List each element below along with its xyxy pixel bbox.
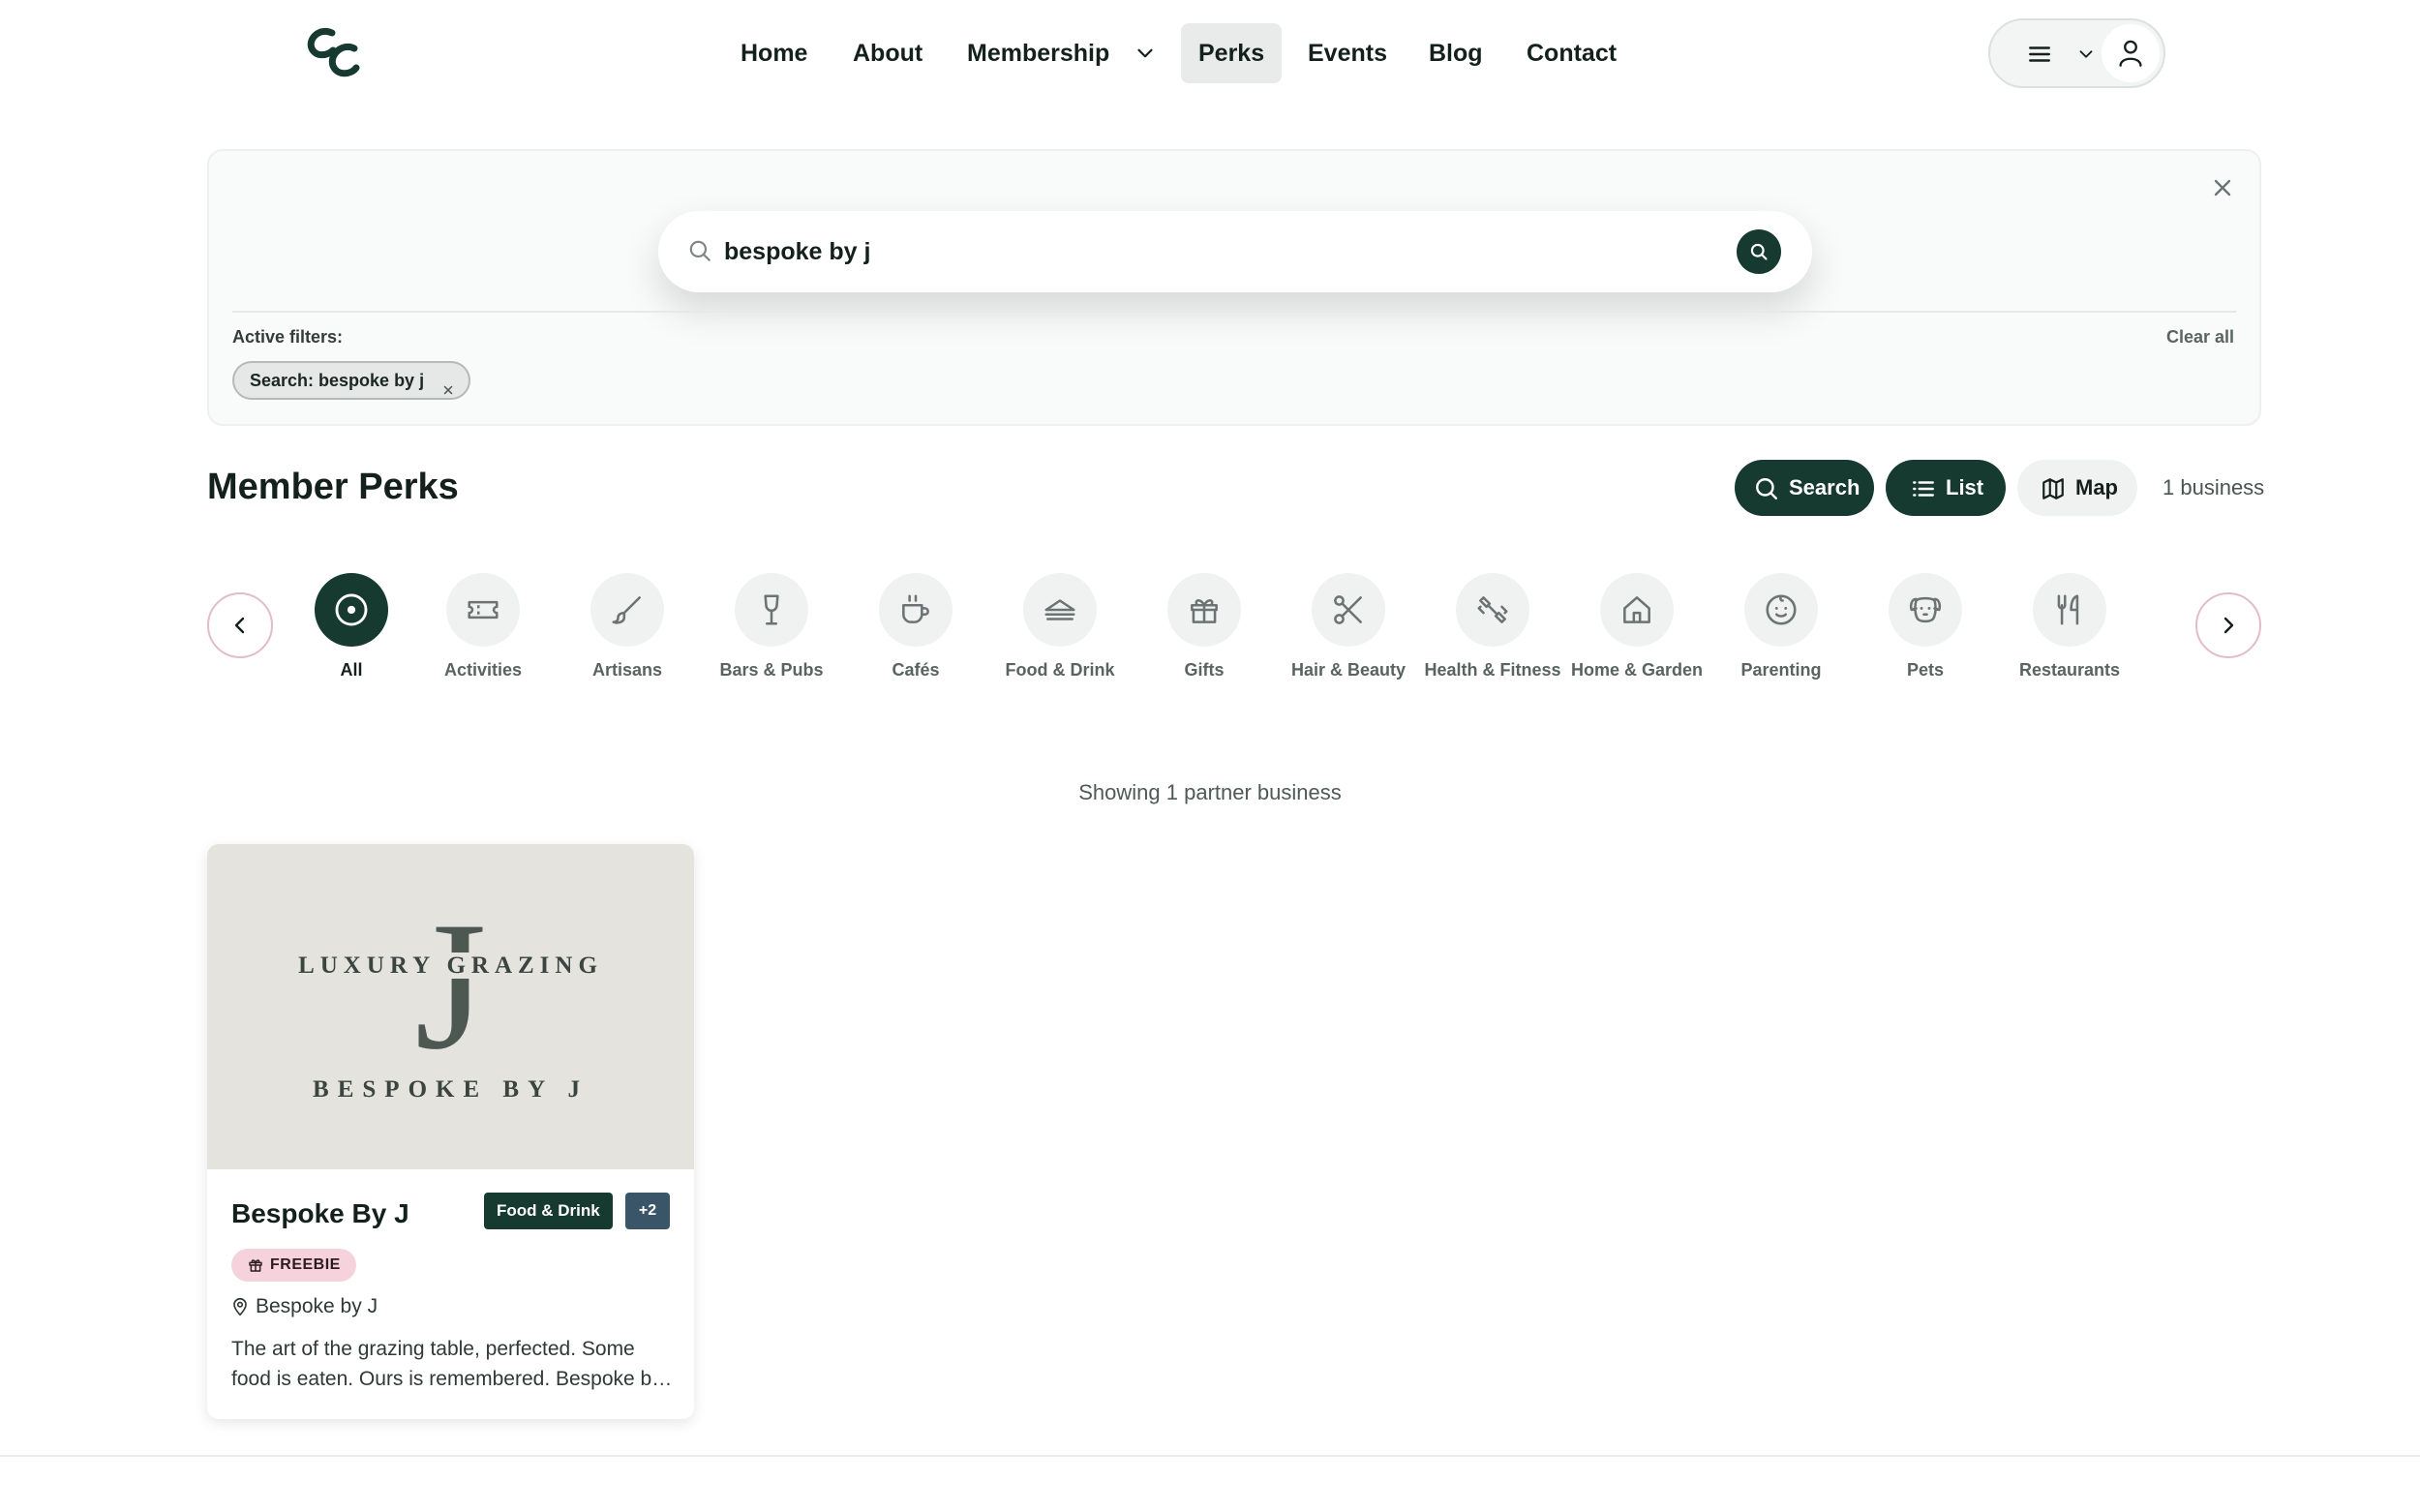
- divider: [0, 1455, 2420, 1457]
- dog-icon: [1909, 596, 1942, 623]
- category-label: Bars & Pubs: [719, 660, 824, 680]
- avatar: [2102, 24, 2160, 82]
- category-label: Pets: [1906, 660, 1945, 680]
- business-count: 1 business: [2163, 475, 2265, 499]
- business-name: Bespoke By J: [231, 1198, 409, 1228]
- page-title: Member Perks: [207, 467, 459, 507]
- logo-letter: J: [414, 885, 487, 1088]
- map-icon: [2042, 478, 2064, 499]
- category-tag: Food & Drink: [484, 1193, 613, 1229]
- search-submit-button[interactable]: [1737, 229, 1781, 274]
- chevron-down-icon: [2075, 44, 2097, 70]
- business-location: Bespoke by J: [231, 1295, 378, 1318]
- chevron-right-icon: [2223, 617, 2234, 634]
- filter-chip-label: Search: bespoke by j: [250, 371, 425, 390]
- map-pin-icon: [233, 1297, 247, 1316]
- search-view-button[interactable]: Search: [1735, 460, 1874, 516]
- category-label: Cafés: [892, 660, 940, 680]
- search-box: [658, 211, 1812, 292]
- category-label: Food & Drink: [1005, 660, 1115, 680]
- freebie-badge: FREEBIE: [231, 1249, 356, 1282]
- map-view-label: Map: [2075, 475, 2118, 499]
- category-hair-beauty[interactable]: Hair & Beauty: [1276, 573, 1421, 682]
- account-menu-button[interactable]: [1988, 18, 2165, 88]
- category-food-drink[interactable]: Food & Drink: [987, 573, 1133, 682]
- nav-membership[interactable]: Membership: [967, 23, 1109, 83]
- nav-events[interactable]: Events: [1308, 23, 1387, 83]
- category-restaurants[interactable]: Restaurants: [1997, 573, 2142, 682]
- category-label: Restaurants: [2018, 660, 2121, 680]
- category-bars-pubs[interactable]: Bars & Pubs: [699, 573, 844, 682]
- carousel-next-button[interactable]: [2195, 592, 2261, 658]
- wine-glass-icon: [764, 594, 779, 625]
- business-logo-image: J LUXURY GRAZING BESPOKE BY J: [207, 844, 694, 1169]
- gift-icon: [249, 1259, 262, 1272]
- search-icon: [687, 238, 712, 268]
- logo-bottom-text: BESPOKE BY J: [313, 1076, 589, 1103]
- brush-icon: [612, 596, 641, 624]
- category-cafes[interactable]: Cafés: [843, 573, 988, 682]
- category-label: Gifts: [1184, 660, 1225, 680]
- dumbbell-icon: [1477, 596, 1508, 623]
- house-icon: [1623, 596, 1650, 623]
- category-health-fitness[interactable]: Health & Fitness: [1420, 573, 1565, 682]
- baby-icon: [1766, 594, 1797, 625]
- sandwich-icon: [1044, 599, 1075, 620]
- logo-top-text: LUXURY GRAZING: [292, 953, 609, 979]
- category-label: Home & Garden: [1570, 660, 1704, 680]
- category-parenting[interactable]: Parenting: [1709, 573, 1854, 682]
- business-description: The art of the grazing table, perfected.…: [231, 1338, 662, 1390]
- category-home-garden[interactable]: Home & Garden: [1564, 573, 1709, 682]
- list-icon: [1913, 481, 1934, 497]
- category-label: All: [340, 660, 363, 680]
- target-icon: [335, 593, 368, 626]
- gift-icon: [1191, 599, 1218, 623]
- scissors-icon: [1334, 595, 1362, 624]
- more-categories-tag: +2: [625, 1193, 670, 1229]
- category-all[interactable]: All: [279, 573, 424, 682]
- category-gifts[interactable]: Gifts: [1132, 573, 1277, 682]
- map-view-button[interactable]: Map: [2017, 460, 2137, 516]
- carousel-prev-button[interactable]: [207, 592, 273, 658]
- utensils-icon: [2057, 594, 2079, 625]
- nav-contact[interactable]: Contact: [1527, 23, 1617, 83]
- category-label: Health & Fitness: [1424, 660, 1561, 680]
- category-activities[interactable]: Activities: [410, 573, 556, 682]
- category-label: Hair & Beauty: [1290, 660, 1407, 680]
- business-location-text: Bespoke by J: [256, 1295, 378, 1317]
- freebie-label: FREEBIE: [270, 1256, 341, 1273]
- divider: [232, 311, 2236, 313]
- chevron-down-icon[interactable]: [1133, 41, 1158, 66]
- category-artisans[interactable]: Artisans: [555, 573, 700, 682]
- active-filters-label: Active filters:: [232, 327, 344, 347]
- remove-filter-icon[interactable]: [441, 374, 455, 408]
- results-summary: Showing 1 partner business: [1078, 780, 1342, 804]
- list-view-button[interactable]: List: [1886, 460, 2006, 516]
- search-panel: Active filters: Clear all Search: bespok…: [207, 149, 2261, 426]
- category-label: Parenting: [1740, 660, 1822, 680]
- category-pets[interactable]: Pets: [1853, 573, 1998, 682]
- nav-home[interactable]: Home: [741, 23, 807, 83]
- business-card[interactable]: J LUXURY GRAZING BESPOKE BY J Bespoke By…: [207, 844, 694, 1419]
- coffee-cup-icon: [902, 594, 929, 623]
- search-input[interactable]: [724, 225, 1702, 279]
- nav-about[interactable]: About: [853, 23, 923, 83]
- nav-perks[interactable]: Perks: [1181, 23, 1283, 83]
- category-label: Activities: [443, 660, 523, 680]
- search-view-label: Search: [1789, 475, 1860, 499]
- hamburger-menu-icon: [2027, 42, 2052, 72]
- nav-blog[interactable]: Blog: [1429, 23, 1483, 83]
- list-view-label: List: [1946, 475, 1984, 499]
- close-icon[interactable]: [2209, 174, 2236, 201]
- clear-all-button[interactable]: Clear all: [2166, 327, 2234, 348]
- filter-chip-search: Search: bespoke by j: [232, 361, 471, 400]
- chevron-left-icon: [234, 617, 245, 634]
- category-label: Artisans: [591, 660, 663, 680]
- search-icon: [1756, 478, 1777, 499]
- ticket-icon: [468, 600, 499, 620]
